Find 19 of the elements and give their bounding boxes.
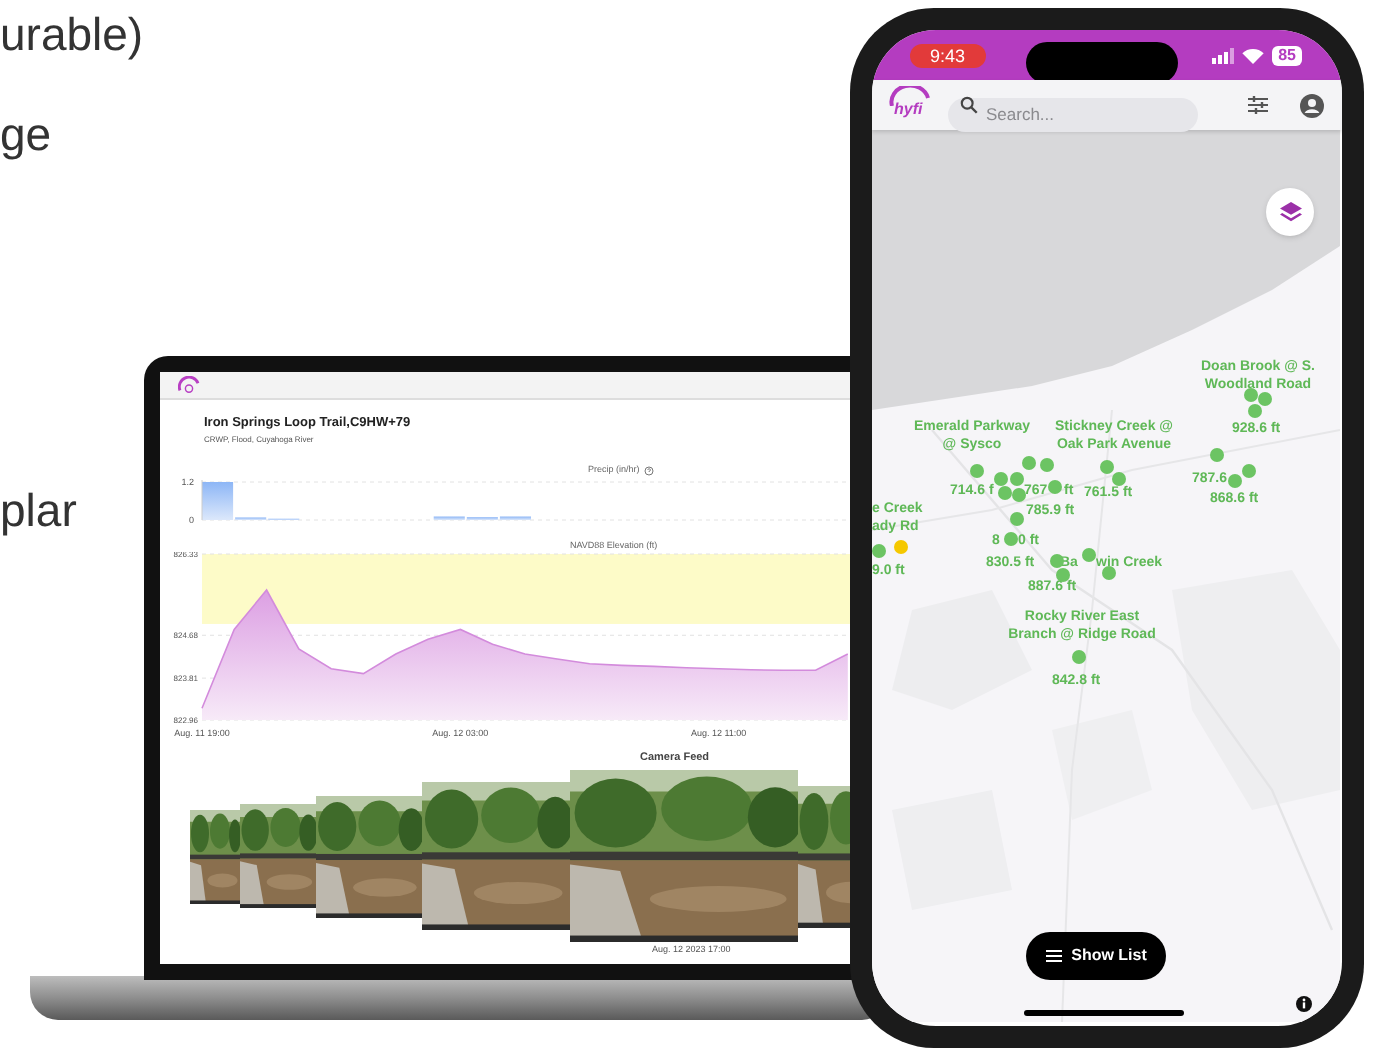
- signal-icon: [1212, 47, 1235, 63]
- slide-text: urable): [0, 6, 144, 64]
- wifi-icon: [1242, 47, 1265, 63]
- show-list-button[interactable]: Show List: [1026, 932, 1166, 980]
- list-icon: [1045, 950, 1062, 962]
- info-icon[interactable]: [1296, 996, 1312, 1012]
- slide-text: plar: [0, 482, 77, 540]
- logo-icon: [178, 376, 200, 394]
- slide-text: ge: [0, 106, 52, 164]
- logo-icon: [888, 85, 932, 105]
- layers-icon: [1279, 201, 1301, 223]
- logo-text: hyfi: [894, 99, 923, 119]
- help-icon: [643, 465, 654, 475]
- battery-level: 85: [1272, 45, 1302, 65]
- account-icon[interactable]: [1300, 93, 1324, 117]
- search-field[interactable]: Search...: [948, 97, 1198, 131]
- filter-icon[interactable]: [1248, 96, 1268, 114]
- status-time: 9:43: [910, 43, 986, 67]
- search-icon: [960, 96, 978, 114]
